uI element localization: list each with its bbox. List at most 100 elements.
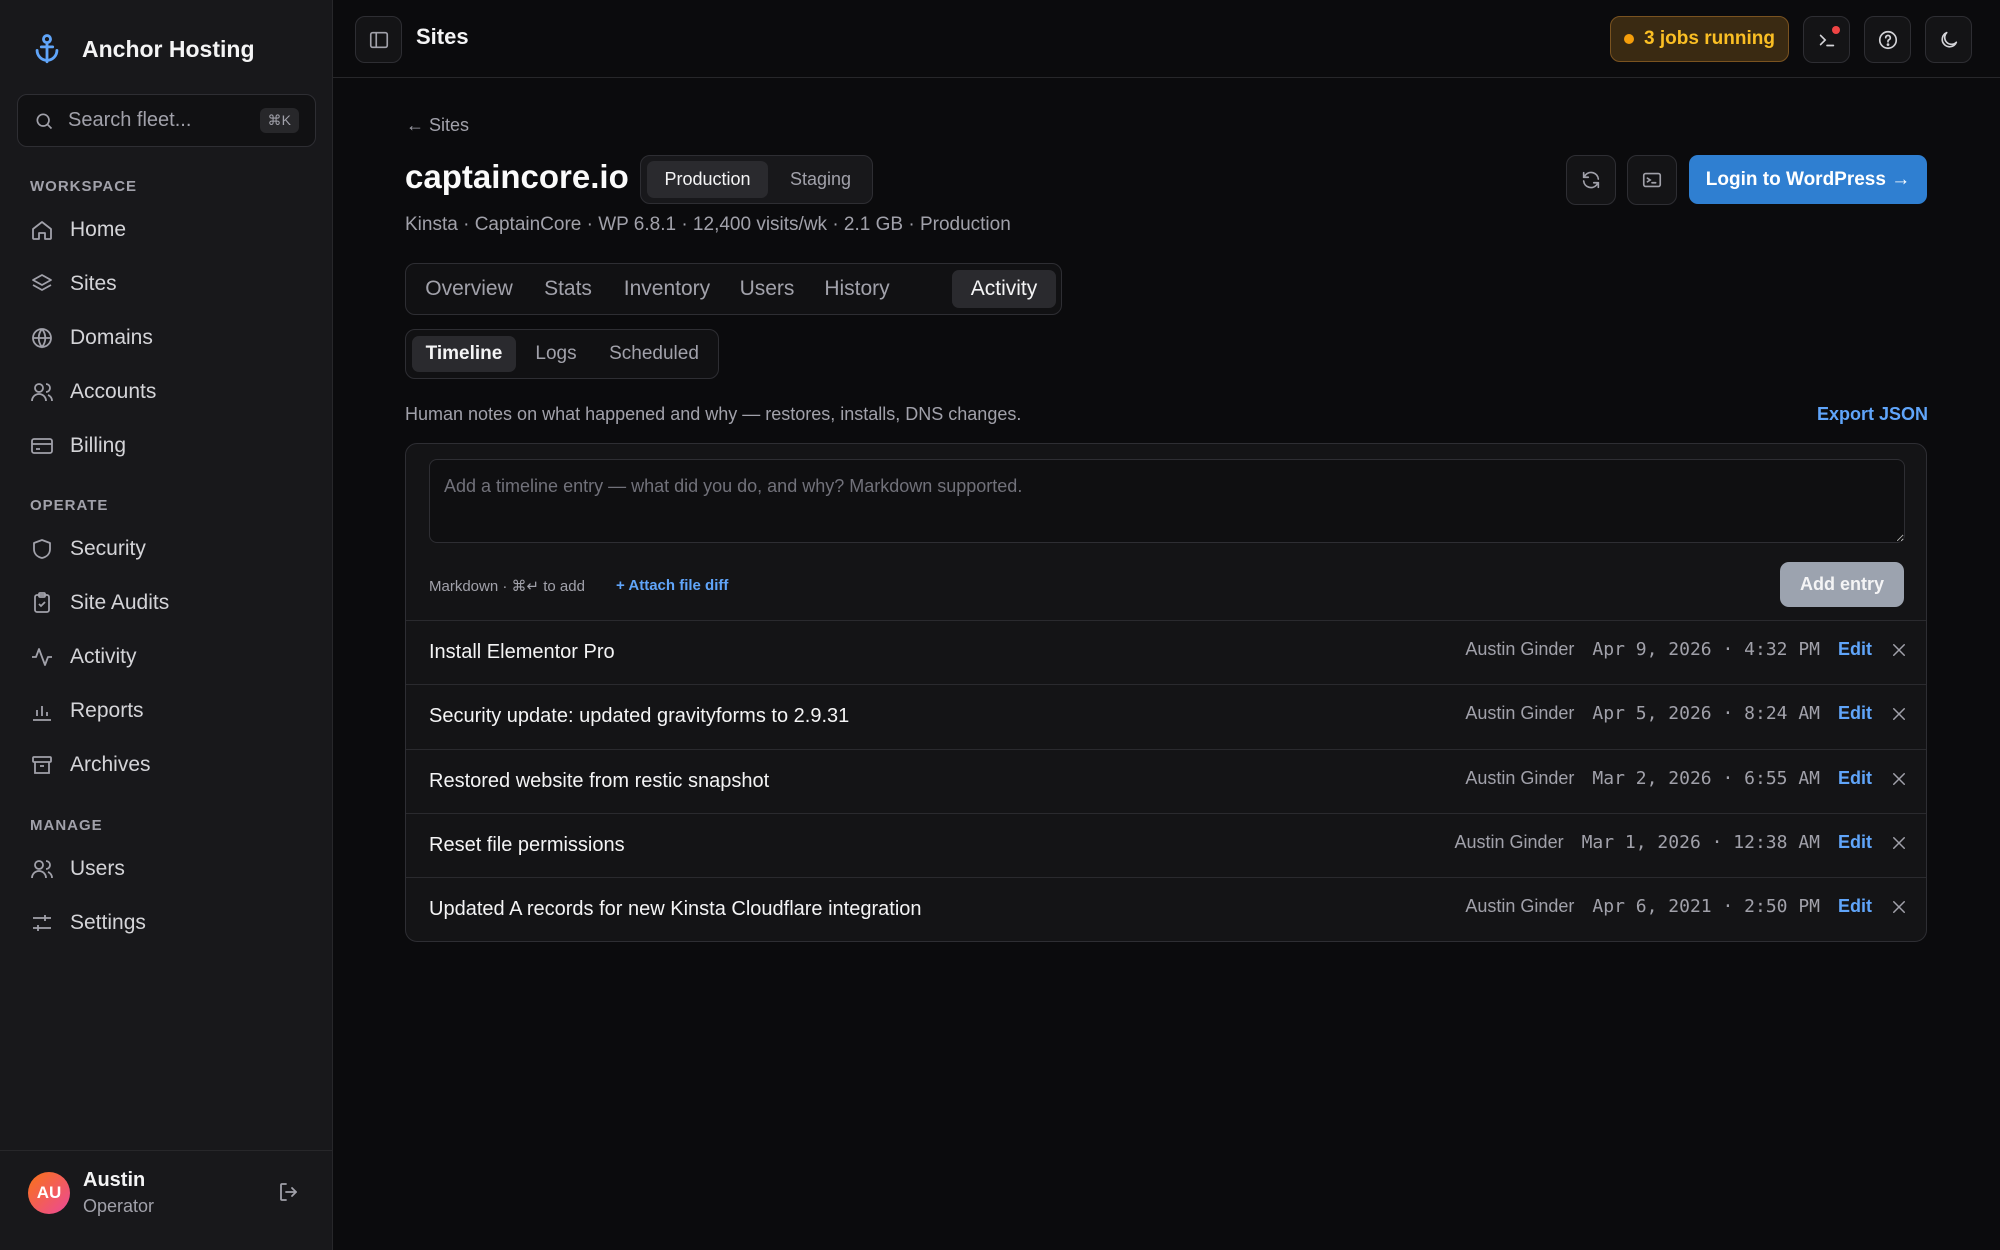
env-staging-button[interactable]: Staging	[773, 161, 868, 198]
close-icon[interactable]	[1890, 898, 1908, 916]
attach-file-diff-link[interactable]: + Attach file diff	[616, 577, 728, 594]
entry-meta: Austin Ginder Mar 2, 2026 · 6:55 AM Edit	[1465, 768, 1908, 789]
timeline-entry: Reset file permissions Austin Ginder Mar…	[406, 813, 1926, 877]
sync-button[interactable]	[1566, 155, 1616, 205]
sidebar-item-reports[interactable]: Reports	[30, 693, 144, 729]
toggle-sidebar-button[interactable]	[355, 16, 402, 63]
topbar: Sites 3 jobs running	[333, 0, 2000, 78]
tab-stats[interactable]: Stats	[532, 270, 604, 308]
sidebar-item-archives[interactable]: Archives	[30, 747, 151, 783]
terminal-window-icon	[1642, 172, 1662, 188]
logout-icon[interactable]	[277, 1180, 301, 1204]
sidebar-panel-icon	[369, 31, 388, 48]
sidebar-item-label: Settings	[70, 911, 146, 934]
layers-icon	[32, 274, 52, 291]
subtab-timeline[interactable]: Timeline	[412, 336, 516, 372]
entry-title: Reset file permissions	[429, 834, 625, 856]
sidebar-item-sites[interactable]: Sites	[30, 266, 117, 302]
notification-dot-icon	[1832, 26, 1840, 34]
brand[interactable]: Anchor Hosting	[30, 32, 255, 66]
entry-date: Mar 1, 2026 · 12:38 AM	[1581, 832, 1820, 853]
timeline-entry-input[interactable]	[429, 459, 1905, 543]
entry-title: Install Elementor Pro	[429, 641, 615, 663]
users-icon	[31, 383, 53, 402]
entry-date: Apr 6, 2021 · 2:50 PM	[1592, 896, 1820, 917]
entry-date: Apr 5, 2026 · 8:24 AM	[1592, 703, 1820, 724]
tab-users[interactable]: Users	[730, 270, 804, 308]
entry-meta: Austin Ginder Mar 1, 2026 · 12:38 AM Edi…	[1455, 832, 1908, 853]
search-icon	[36, 113, 53, 129]
bar-chart-icon	[33, 706, 51, 721]
page-title: Sites	[416, 24, 469, 49]
edit-entry-button[interactable]: Edit	[1838, 832, 1872, 853]
brand-name: Anchor Hosting	[82, 35, 255, 62]
site-title: captaincore.io	[405, 158, 629, 195]
user-profile: AU Austin Operator	[0, 1150, 333, 1250]
environment-toggle: Production Staging	[640, 155, 873, 204]
tab-inventory[interactable]: Inventory	[612, 270, 722, 308]
login-to-wordpress-button[interactable]: Login to WordPress →	[1689, 155, 1927, 204]
refresh-icon	[1582, 171, 1600, 189]
search-input[interactable]: Search fleet... ⌘K	[17, 94, 316, 147]
shield-icon	[33, 539, 51, 559]
anchor-icon	[35, 34, 59, 64]
edit-entry-button[interactable]: Edit	[1838, 768, 1872, 789]
help-button[interactable]	[1864, 16, 1911, 63]
sidebar-item-label: Domains	[70, 326, 153, 349]
sidebar-item-label: Activity	[70, 645, 137, 668]
entry-meta: Austin Ginder Apr 5, 2026 · 8:24 AM Edit	[1465, 703, 1908, 724]
home-icon	[32, 221, 52, 240]
timeline-description: Human notes on what happened and why — r…	[405, 404, 1022, 424]
tab-history[interactable]: History	[812, 270, 902, 308]
edit-entry-button[interactable]: Edit	[1838, 896, 1872, 917]
moon-icon	[1940, 31, 1957, 48]
site-meta: Kinsta · CaptainCore · WP 6.8.1 · 12,400…	[405, 214, 1011, 235]
sidebar-item-domains[interactable]: Domains	[30, 320, 153, 356]
close-icon[interactable]	[1890, 705, 1908, 723]
sidebar-item-activity[interactable]: Activity	[30, 639, 137, 675]
sidebar-item-billing[interactable]: Billing	[30, 428, 126, 464]
close-icon[interactable]	[1890, 770, 1908, 788]
entry-date: Apr 9, 2026 · 4:32 PM	[1592, 639, 1820, 660]
close-icon[interactable]	[1890, 641, 1908, 659]
subtab-logs[interactable]: Logs	[522, 336, 590, 372]
timeline-entry: Restored website from restic snapshot Au…	[406, 749, 1926, 813]
archive-icon	[32, 756, 52, 774]
back-to-sites-link[interactable]: ← Sites	[406, 115, 469, 136]
console-button[interactable]	[1803, 16, 1850, 63]
jobs-running-badge[interactable]: 3 jobs running	[1610, 16, 1789, 62]
search-shortcut: ⌘K	[259, 108, 299, 133]
sidebar-item-label: Billing	[70, 434, 127, 457]
tab-activity[interactable]: Activity	[952, 270, 1056, 308]
sidebar-item-site-audits[interactable]: Site Audits	[30, 585, 169, 621]
subtab-scheduled[interactable]: Scheduled	[596, 336, 712, 372]
sidebar-item-accounts[interactable]: Accounts	[30, 374, 156, 410]
edit-entry-button[interactable]: Edit	[1838, 639, 1872, 660]
section-label-manage: MANAGE	[30, 817, 103, 834]
sidebar-item-users[interactable]: Users	[30, 851, 125, 887]
users-icon	[31, 860, 53, 879]
env-production-button[interactable]: Production	[647, 161, 768, 198]
sliders-icon	[33, 915, 51, 931]
globe-icon	[32, 328, 52, 349]
sidebar-item-settings[interactable]: Settings	[30, 905, 146, 941]
site-tabs: Overview Stats Inventory Users History A…	[405, 263, 1062, 315]
export-json-link[interactable]: Export JSON	[1817, 404, 1928, 425]
add-entry-button[interactable]: Add entry	[1780, 562, 1904, 607]
timeline-entry: Security update: updated gravityforms to…	[406, 684, 1926, 748]
tab-overview[interactable]: Overview	[414, 270, 524, 308]
edit-entry-button[interactable]: Edit	[1838, 703, 1872, 724]
theme-toggle-button[interactable]	[1925, 16, 1972, 63]
entry-author: Austin Ginder	[1465, 639, 1575, 659]
avatar[interactable]: AU	[28, 1172, 70, 1214]
help-icon	[1878, 30, 1897, 49]
composer-hint: Markdown · ⌘↵ to add	[429, 578, 585, 595]
activity-icon	[32, 648, 52, 666]
sidebar-item-home[interactable]: Home	[30, 212, 126, 248]
close-icon[interactable]	[1890, 834, 1908, 852]
site-terminal-button[interactable]	[1627, 155, 1677, 205]
sidebar-item-security[interactable]: Security	[30, 531, 146, 567]
timeline-panel: Markdown · ⌘↵ to add + Attach file diff …	[405, 443, 1927, 942]
section-label-operate: OPERATE	[30, 497, 109, 514]
status-dot-icon	[1624, 34, 1635, 44]
